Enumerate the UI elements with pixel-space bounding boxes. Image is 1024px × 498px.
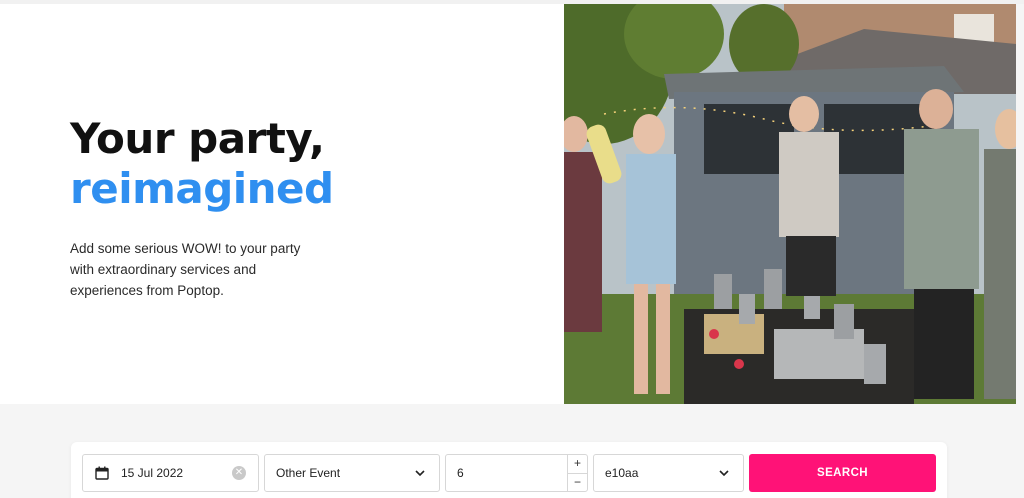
clear-icon[interactable]: ✕ [232,466,246,480]
search-card: 15 Jul 2022 ✕ Other Event 6 + − e10aa SE… [71,442,947,498]
decrement-button[interactable]: − [568,473,587,491]
event-type-value: Other Event [276,466,341,480]
hero-title-line1: Your party, [70,114,325,163]
event-type-select[interactable]: Other Event [264,454,440,492]
party-photo [564,4,1016,404]
chevron-down-icon [719,470,729,477]
calendar-icon [95,466,109,480]
hero-subtitle: Add some serious WOW! to your party with… [70,241,301,298]
increment-button[interactable]: + [568,455,587,473]
hero-title: Your party, reimagined [70,114,540,214]
date-value: 15 Jul 2022 [121,466,184,480]
postcode-select[interactable]: e10aa [593,454,744,492]
page-scrollbar[interactable] [1016,4,1024,404]
search-section: 15 Jul 2022 ✕ Other Event 6 + − e10aa SE… [0,404,1024,498]
hero-section: Your party, reimagined Add some serious … [0,4,1024,404]
hero-text: Your party, reimagined Add some serious … [70,114,540,301]
date-field[interactable]: 15 Jul 2022 ✕ [82,454,259,492]
search-button[interactable]: SEARCH [749,454,936,492]
hero-title-accent: reimagined [70,164,334,213]
guests-value[interactable]: 6 [457,466,464,480]
stepper-controls: + − [567,455,587,491]
postcode-value: e10aa [605,466,639,480]
chevron-down-icon [415,470,425,477]
guests-stepper[interactable]: 6 + − [445,454,588,492]
